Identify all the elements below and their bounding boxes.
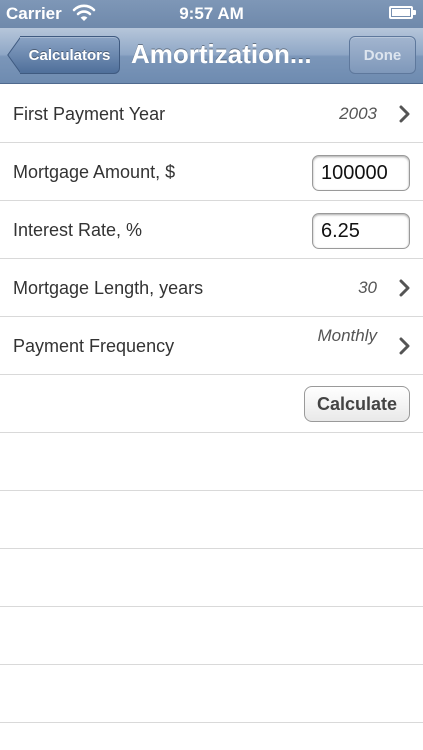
first-payment-year-label: First Payment Year [13,104,166,124]
done-button-label: Done [363,46,402,64]
row-payment-frequency[interactable]: Payment Frequency Monthly [0,317,423,375]
row-first-payment-year[interactable]: First Payment Year 2003 [0,85,423,143]
form-table: First Payment Year 2003 Mortgage Amount,… [0,85,423,750]
empty-row [0,433,423,491]
calculate-button-label: Calculate [316,393,398,414]
row-mortgage-length[interactable]: Mortgage Length, years 30 [0,259,423,317]
row-calculate: Calculate [0,375,423,433]
interest-rate-label: Interest Rate, % [13,220,143,240]
navigation-bar: Calculators Amortization... Done [0,28,423,84]
back-button-label: Calculators [28,46,111,64]
empty-row [0,723,423,750]
chevron-right-icon [399,105,410,123]
empty-row [0,549,423,607]
empty-row [0,665,423,723]
status-time: 9:57 AM [179,4,244,23]
calculate-button[interactable]: Calculate [304,386,410,422]
page-title: Amortization... [131,39,312,69]
back-button[interactable]: Calculators [20,36,120,74]
mortgage-length-value: 30 [358,278,377,297]
status-bar: Carrier 9:57 AM [0,0,423,28]
row-mortgage-amount: Mortgage Amount, $ [0,143,423,201]
chevron-right-icon [399,337,410,355]
done-button[interactable]: Done [349,36,416,74]
row-interest-rate: Interest Rate, % [0,201,423,259]
empty-row [0,607,423,665]
chevron-right-icon [399,279,410,297]
payment-frequency-value: Monthly [317,326,377,345]
mortgage-amount-label: Mortgage Amount, $ [13,162,176,182]
battery-icon [389,6,416,19]
payment-frequency-label: Payment Frequency [13,336,175,356]
interest-rate-input[interactable] [312,213,410,249]
mortgage-amount-input[interactable] [312,155,410,191]
empty-row [0,491,423,549]
first-payment-year-value: 2003 [339,104,377,123]
mortgage-length-label: Mortgage Length, years [13,278,204,298]
